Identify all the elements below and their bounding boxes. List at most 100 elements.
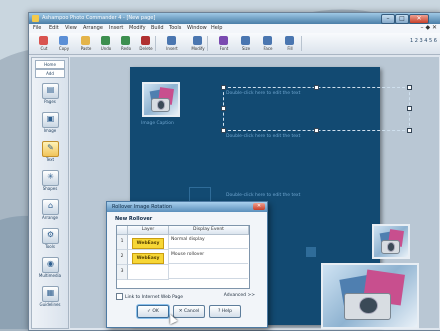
panel-arrange-button[interactable]: ⌂ Arrange (37, 198, 63, 225)
toolbar-modify-button[interactable]: Modify (187, 35, 209, 53)
checkbox-label: Link to Internet Web Page (125, 295, 184, 300)
selected-text-box[interactable]: Double-click here to edit the text Doubl… (221, 85, 412, 139)
panel-tools-button[interactable]: ⚙ Tools (37, 227, 63, 254)
panel-multimedia-button[interactable]: ◉ Multimedia (37, 256, 63, 283)
column-header-display-event[interactable]: Display Event (169, 226, 249, 235)
resize-handle[interactable] (407, 106, 412, 111)
panel-button-label: Multimedia (38, 273, 62, 278)
table-cell-event[interactable]: Mouse rollover (169, 250, 248, 264)
toolbar-button-label: Paste (80, 46, 92, 51)
menu-edit[interactable]: Edit (49, 25, 59, 31)
panel-text-button[interactable]: ✎ Text (37, 140, 63, 167)
toolbar-undo-button[interactable]: Undo (95, 35, 117, 53)
menu-arrange[interactable]: Arrange (83, 25, 103, 31)
panel-glyph: ▤ (46, 85, 55, 94)
toolbar-face-button[interactable]: Face (257, 35, 279, 53)
toolbar-button-label: Size (241, 46, 251, 51)
panel-image-button[interactable]: ▣ Image (37, 111, 63, 138)
panel-glyph: ✳ (47, 172, 54, 181)
text-placeholder: Double-click here to edit the text (226, 91, 301, 96)
multimedia-icon: ◉ (42, 257, 59, 273)
menu-file[interactable]: File (33, 25, 41, 31)
toolbar-insert-button[interactable]: Insert (161, 35, 183, 53)
photo-image-medium[interactable] (372, 224, 410, 259)
resize-handle[interactable] (221, 85, 226, 90)
resize-handle[interactable] (407, 85, 412, 90)
tools-icon: ⚙ (42, 228, 59, 244)
rollover-dialog: Rollover Image Rotation ✕ New Rollover L… (106, 201, 268, 328)
panel-button-label: Image (43, 128, 57, 133)
table-cell-layer[interactable] (128, 265, 169, 280)
toolbar-paste-button[interactable]: Paste (75, 35, 97, 53)
toolbar-copy-button[interactable]: Copy (53, 35, 75, 53)
toolbar-separator (301, 36, 302, 51)
row-number: 1 (117, 235, 128, 250)
toolbar-size-button[interactable]: Size (235, 35, 257, 53)
camera-lens (358, 297, 378, 315)
text-placeholder[interactable]: Double-click here to edit the text (226, 193, 300, 198)
resize-handle[interactable] (221, 106, 226, 111)
layer-tag: WebEasy (132, 238, 164, 249)
link-web-page-option[interactable]: Link to Internet Web Page (116, 293, 183, 300)
cancel-button[interactable]: ✕ Cancel (173, 305, 205, 318)
guidelines-icon: ▦ (42, 286, 59, 302)
panel-glyph: ⚙ (46, 230, 55, 239)
panel-button-label: Guidelines (39, 302, 61, 307)
panel-button-label: Arrange (42, 215, 58, 220)
resize-handle[interactable] (221, 128, 226, 133)
toolbar-page-numbers[interactable]: 1 2 3 4 5 6 (410, 38, 437, 44)
toolbar-cut-button[interactable]: Cut (33, 35, 55, 53)
minimize-button[interactable]: – (381, 14, 395, 24)
pages-icon: ▤ (42, 83, 59, 99)
toolbar-font-button[interactable]: Font (213, 35, 235, 53)
link-web-page-checkbox[interactable] (116, 293, 123, 300)
table-cell-layer[interactable]: WebEasy (128, 235, 169, 250)
table-cell-event[interactable]: Normal display (169, 235, 248, 249)
panel-button-label: Text (45, 157, 55, 162)
menu-build[interactable]: Build (151, 25, 164, 31)
panel-glyph: ✎ (47, 143, 54, 152)
table-cell-layer[interactable]: WebEasy (128, 250, 169, 265)
toolbar-button-label: Copy (58, 46, 70, 51)
close-button[interactable]: ✕ (409, 14, 429, 24)
help-button[interactable]: ? Help (209, 305, 241, 318)
image-icon: ▣ (42, 112, 59, 128)
camera-lens (156, 100, 166, 110)
table-cell-event[interactable] (169, 265, 248, 279)
tab-home[interactable]: Home (35, 60, 65, 69)
toolbar-button-label: Undo (100, 46, 112, 51)
menu-view[interactable]: View (65, 25, 77, 31)
menu-window[interactable]: Window (187, 25, 207, 31)
toolbar-button-label: Modify (191, 46, 205, 51)
menu-help[interactable]: Help (211, 25, 222, 31)
menu-modify[interactable]: Modify (129, 25, 146, 31)
column-header-layer[interactable]: Layer (128, 226, 169, 235)
photo-image-small[interactable] (142, 82, 180, 117)
face-icon (263, 36, 272, 45)
resize-handle[interactable] (314, 85, 319, 90)
photo-image-large[interactable] (321, 263, 419, 329)
panel-pages-button[interactable]: ▤ Pages (37, 82, 63, 109)
mdi-controls[interactable]: – ◆ ✕ (421, 24, 437, 31)
menu-insert[interactable]: Insert (109, 25, 123, 31)
panel-button-label: Shapes (42, 186, 58, 191)
size-icon (241, 36, 250, 45)
toolbar-redo-button[interactable]: Redo (115, 35, 137, 53)
menu-tools[interactable]: Tools (169, 25, 181, 31)
toolbar-fill-button[interactable]: Fill (279, 35, 301, 53)
resize-handle[interactable] (407, 128, 412, 133)
ok-button[interactable]: ✓ OK (137, 305, 169, 318)
dialog-heading: New Rollover (115, 216, 153, 222)
resize-handle[interactable] (314, 128, 319, 133)
title-bar: Ashampoo Photo Commander 4 - [New page] … (29, 13, 440, 24)
advanced-button[interactable]: Advanced >> (224, 293, 255, 298)
maximize-button[interactable]: □ (395, 14, 409, 24)
panel-shapes-button[interactable]: ✳ Shapes (37, 169, 63, 196)
image-caption[interactable]: Image Caption (141, 121, 174, 126)
toolbar-delete-button[interactable]: Delete (135, 35, 157, 53)
tab-add[interactable]: Add (35, 69, 65, 78)
panel-guidelines-button[interactable]: ▦ Guidelines (37, 285, 63, 312)
dialog-close-icon[interactable]: ✕ (253, 203, 265, 210)
insert-icon (167, 36, 176, 45)
panel-glyph: ▣ (46, 114, 55, 123)
